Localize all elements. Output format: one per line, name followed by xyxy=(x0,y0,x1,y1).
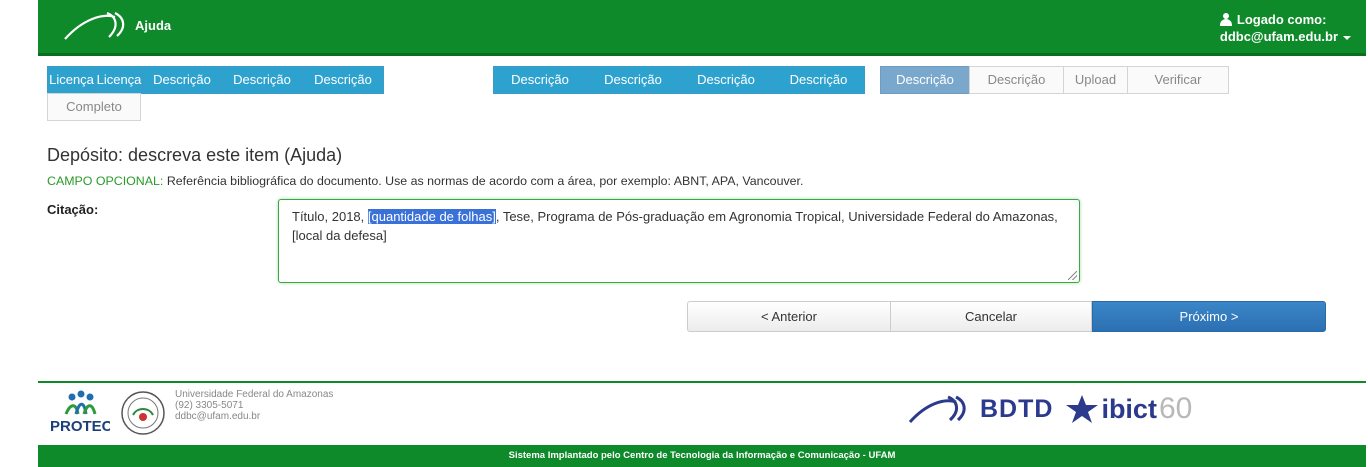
ufam-seal-logo xyxy=(121,391,165,435)
protec-logo: PROTEC xyxy=(50,390,110,434)
previous-button[interactable]: < Anterior xyxy=(687,301,891,332)
protec-logo-text: PROTEC xyxy=(50,418,110,434)
step-description-4[interactable]: Descrição xyxy=(493,66,587,94)
resize-handle-icon[interactable] xyxy=(1068,271,1077,280)
step-complete: Completo xyxy=(47,93,141,121)
ibict-star-icon xyxy=(1066,395,1099,423)
step-description-next: Descrição xyxy=(969,66,1064,94)
university-info: Universidade Federal do Amazonas (92) 33… xyxy=(175,389,333,422)
citation-selected-text: [quantidade de folhas] xyxy=(367,209,496,224)
step-description-3[interactable]: Descrição xyxy=(302,66,384,94)
hint-text: Referência bibliográfica do documento. U… xyxy=(166,174,804,188)
next-button[interactable]: Próximo > xyxy=(1092,301,1326,332)
partner-swoosh-logo xyxy=(908,395,966,423)
step-description-7[interactable]: Descrição xyxy=(772,66,865,94)
site-logo[interactable] xyxy=(63,9,129,43)
step-description-2[interactable]: Descrição xyxy=(221,66,303,94)
step-description-6[interactable]: Descrição xyxy=(679,66,773,94)
citation-textarea[interactable]: Título, 2018, [quantidade de folhas], Te… xyxy=(278,199,1080,283)
step-description-5[interactable]: Descrição xyxy=(586,66,680,94)
page-title: Depósito: descreva este item (Ajuda) xyxy=(47,145,343,165)
bdtd-logo: BDTD xyxy=(980,394,1054,423)
step-license-1[interactable]: Licença xyxy=(47,66,96,94)
citation-label: Citação: xyxy=(47,202,99,217)
step-upload: Upload xyxy=(1063,66,1128,94)
footer-divider xyxy=(38,381,1366,383)
field-hint: CAMPO OPCIONAL: Referência bibliográfica… xyxy=(47,174,803,188)
top-navbar: Ajuda Logado como: ddbc@ufam.edu.br xyxy=(38,0,1366,56)
step-license-2[interactable]: Licença xyxy=(95,66,143,94)
user-email[interactable]: ddbc@ufam.edu.br xyxy=(1220,29,1338,44)
partner-logos: BDTD ibict 60 xyxy=(908,389,1192,429)
university-phone: (92) 3305-5071 xyxy=(175,400,244,411)
step-verify: Verificar xyxy=(1127,66,1229,94)
logged-as-label: Logado como: xyxy=(1236,12,1327,27)
user-icon xyxy=(1219,13,1232,26)
sixty-years-logo: 60 xyxy=(1158,392,1193,425)
optional-label: CAMPO OPCIONAL: xyxy=(47,174,164,188)
footer-bottom-bar: Sistema Implantado pelo Centro de Tecnol… xyxy=(38,445,1366,467)
citation-text-before: Título, 2018, xyxy=(292,209,368,224)
step-description-current[interactable]: Descrição xyxy=(880,66,970,94)
chevron-down-icon xyxy=(1343,35,1351,40)
university-email[interactable]: ddbc@ufam.edu.br xyxy=(175,411,333,422)
nav-help-link[interactable]: Ajuda xyxy=(135,18,171,33)
cancel-button[interactable]: Cancelar xyxy=(890,301,1092,332)
university-name: Universidade Federal do Amazonas xyxy=(175,389,334,400)
step-description-1[interactable]: Descrição xyxy=(142,66,222,94)
ibict-logo: ibict xyxy=(1101,393,1157,424)
user-menu[interactable]: Logado como: ddbc@ufam.edu.br xyxy=(1219,11,1351,45)
